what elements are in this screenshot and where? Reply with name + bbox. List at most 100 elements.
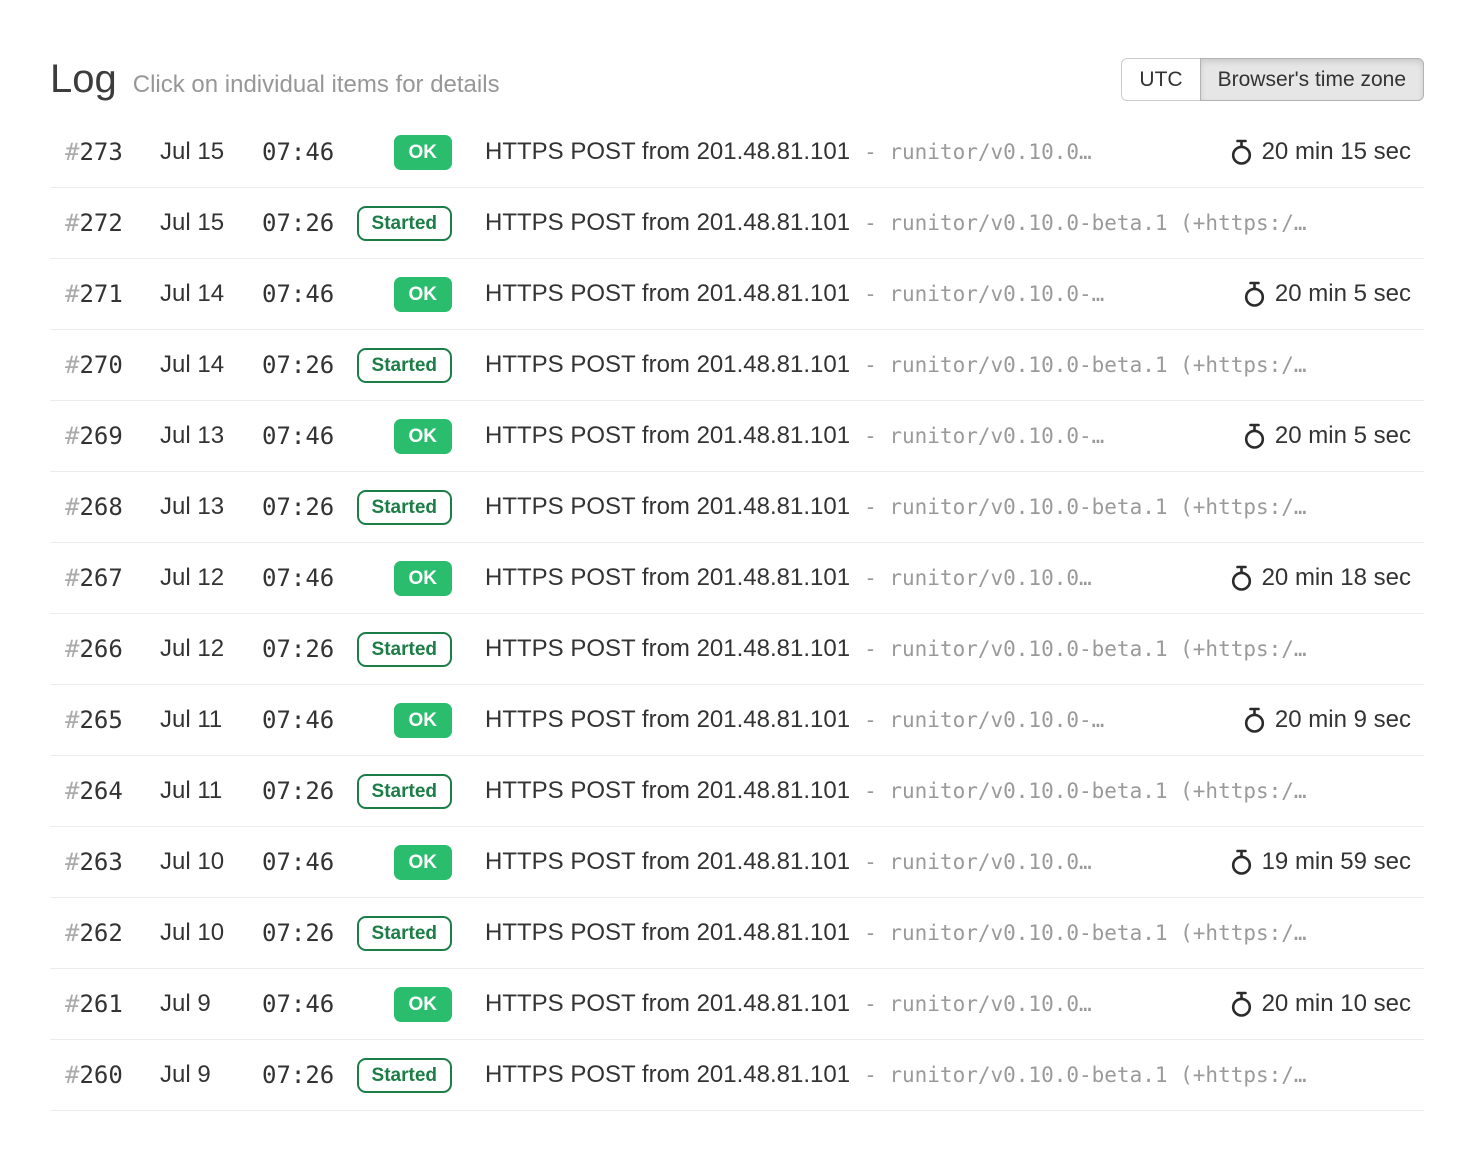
ping-duration: 20 min 5 sec: [1243, 280, 1411, 308]
ping-description: HTTPS POST from 201.48.81.101 - runitor/…: [485, 209, 1411, 237]
ping-number-value: 270: [79, 351, 122, 379]
hash-prefix: #: [65, 209, 79, 237]
ping-number: #264: [65, 777, 160, 805]
ping-number-value: 263: [79, 848, 122, 876]
page-title: Log: [50, 57, 117, 102]
ping-time: 07:26: [262, 777, 362, 805]
hash-prefix: #: [65, 706, 79, 734]
user-agent-text: - runitor/v0.10.0-…: [864, 424, 1104, 448]
ping-number-value: 272: [79, 209, 122, 237]
log-row[interactable]: #264 Jul 11 07:26 Started HTTPS POST fro…: [50, 756, 1424, 827]
ping-number-value: 266: [79, 635, 122, 663]
ping-event-text: HTTPS POST from 201.48.81.101: [485, 209, 850, 237]
ping-time: 07:46: [262, 848, 362, 876]
ping-duration: 20 min 10 sec: [1230, 990, 1411, 1018]
log-row[interactable]: #260 Jul 9 07:26 Started HTTPS POST from…: [50, 1040, 1424, 1111]
log-row[interactable]: #272 Jul 15 07:26 Started HTTPS POST fro…: [50, 188, 1424, 259]
ping-date: Jul 9: [160, 1061, 262, 1089]
ping-number: #261: [65, 990, 160, 1018]
status-badge-cell: Started: [362, 1058, 452, 1093]
user-agent-text: - runitor/v0.10.0-beta.1 (+https:/…: [864, 637, 1307, 661]
ping-description: HTTPS POST from 201.48.81.101 - runitor/…: [485, 493, 1411, 521]
ping-time: 07:26: [262, 1061, 362, 1089]
ping-date: Jul 15: [160, 138, 262, 166]
ping-date: Jul 11: [160, 777, 262, 805]
hash-prefix: #: [65, 919, 79, 947]
ping-event-text: HTTPS POST from 201.48.81.101: [485, 777, 850, 805]
user-agent-text: - runitor/v0.10.0-beta.1 (+https:/…: [864, 1063, 1307, 1087]
ping-duration: 19 min 59 sec: [1230, 848, 1411, 876]
status-badge-cell: OK: [362, 277, 452, 312]
log-row[interactable]: #269 Jul 13 07:46 OK HTTPS POST from 201…: [50, 401, 1424, 472]
user-agent-text: - runitor/v0.10.0-…: [864, 708, 1104, 732]
status-badge: Started: [357, 206, 452, 241]
status-badge-cell: Started: [362, 774, 452, 809]
log-row[interactable]: #265 Jul 11 07:46 OK HTTPS POST from 201…: [50, 685, 1424, 756]
status-badge: Started: [357, 1058, 452, 1093]
status-badge: OK: [394, 561, 453, 596]
stopwatch-icon: [1230, 565, 1253, 592]
ping-number-value: 268: [79, 493, 122, 521]
log-row[interactable]: #261 Jul 9 07:46 OK HTTPS POST from 201.…: [50, 969, 1424, 1040]
ping-description: HTTPS POST from 201.48.81.101 - runitor/…: [485, 919, 1411, 947]
log-row[interactable]: #271 Jul 14 07:46 OK HTTPS POST from 201…: [50, 259, 1424, 330]
ping-date: Jul 15: [160, 209, 262, 237]
user-agent-text: - runitor/v0.10.0-beta.1 (+https:/…: [864, 495, 1307, 519]
hash-prefix: #: [65, 138, 79, 166]
stopwatch-icon: [1230, 991, 1253, 1018]
status-badge: Started: [357, 774, 452, 809]
duration-text: 19 min 59 sec: [1262, 848, 1411, 876]
status-badge: OK: [394, 987, 453, 1022]
utc-button[interactable]: UTC: [1121, 58, 1200, 101]
status-badge-cell: Started: [362, 632, 452, 667]
ping-description: HTTPS POST from 201.48.81.101 - runitor/…: [485, 422, 1227, 450]
hash-prefix: #: [65, 493, 79, 521]
ping-description: HTTPS POST from 201.48.81.101 - runitor/…: [485, 1061, 1411, 1089]
status-badge-cell: Started: [362, 348, 452, 383]
ping-event-text: HTTPS POST from 201.48.81.101: [485, 990, 850, 1018]
ping-description: HTTPS POST from 201.48.81.101 - runitor/…: [485, 280, 1227, 308]
ping-date: Jul 10: [160, 848, 262, 876]
status-badge-cell: Started: [362, 206, 452, 241]
ping-time: 07:26: [262, 351, 362, 379]
log-table: #273 Jul 15 07:46 OK HTTPS POST from 201…: [50, 117, 1424, 1111]
ping-description: HTTPS POST from 201.48.81.101 - runitor/…: [485, 777, 1411, 805]
status-badge: OK: [394, 419, 453, 454]
ping-number-value: 262: [79, 919, 122, 947]
ping-event-text: HTTPS POST from 201.48.81.101: [485, 706, 850, 734]
ping-duration: 20 min 5 sec: [1243, 422, 1411, 450]
log-row[interactable]: #262 Jul 10 07:26 Started HTTPS POST fro…: [50, 898, 1424, 969]
ping-number: #267: [65, 564, 160, 592]
ping-duration: 20 min 15 sec: [1230, 138, 1411, 166]
log-row[interactable]: #267 Jul 12 07:46 OK HTTPS POST from 201…: [50, 543, 1424, 614]
ping-date: Jul 10: [160, 919, 262, 947]
stopwatch-icon: [1243, 423, 1266, 450]
browser-timezone-button[interactable]: Browser's time zone: [1200, 58, 1424, 101]
ping-description: HTTPS POST from 201.48.81.101 - runitor/…: [485, 564, 1214, 592]
log-row[interactable]: #263 Jul 10 07:46 OK HTTPS POST from 201…: [50, 827, 1424, 898]
timezone-toggle: UTC Browser's time zone: [1121, 58, 1424, 101]
status-badge-cell: OK: [362, 419, 452, 454]
hash-prefix: #: [65, 1061, 79, 1089]
log-row[interactable]: #268 Jul 13 07:26 Started HTTPS POST fro…: [50, 472, 1424, 543]
user-agent-text: - runitor/v0.10.0-…: [864, 282, 1104, 306]
duration-text: 20 min 15 sec: [1262, 138, 1411, 166]
ping-time: 07:26: [262, 635, 362, 663]
user-agent-text: - runitor/v0.10.0…: [864, 566, 1092, 590]
log-row[interactable]: #273 Jul 15 07:46 OK HTTPS POST from 201…: [50, 117, 1424, 188]
ping-event-text: HTTPS POST from 201.48.81.101: [485, 138, 850, 166]
ping-number: #262: [65, 919, 160, 947]
duration-text: 20 min 10 sec: [1262, 990, 1411, 1018]
ping-number-value: 264: [79, 777, 122, 805]
ping-description: HTTPS POST from 201.48.81.101 - runitor/…: [485, 848, 1214, 876]
log-row[interactable]: #270 Jul 14 07:26 Started HTTPS POST fro…: [50, 330, 1424, 401]
status-badge: OK: [394, 277, 453, 312]
log-row[interactable]: #266 Jul 12 07:26 Started HTTPS POST fro…: [50, 614, 1424, 685]
hash-prefix: #: [65, 990, 79, 1018]
stopwatch-icon: [1243, 281, 1266, 308]
ping-number-value: 267: [79, 564, 122, 592]
ping-number-value: 260: [79, 1061, 122, 1089]
status-badge: Started: [357, 348, 452, 383]
ping-event-text: HTTPS POST from 201.48.81.101: [485, 280, 850, 308]
ping-duration: 20 min 18 sec: [1230, 564, 1411, 592]
